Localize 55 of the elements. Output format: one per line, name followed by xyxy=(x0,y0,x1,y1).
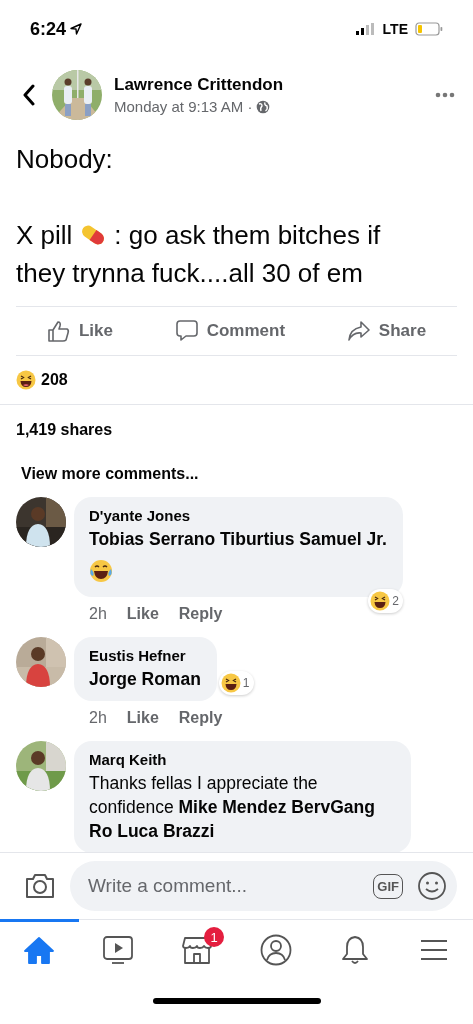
comment-time: 2h xyxy=(89,709,107,727)
menu-icon xyxy=(419,938,448,962)
action-button[interactable]: Like xyxy=(42,314,117,348)
clock-time: 6:24 xyxy=(30,18,67,40)
reaction-count[interactable]: 208 xyxy=(41,371,68,389)
like-link[interactable]: Like xyxy=(126,709,159,727)
location-arrow-icon xyxy=(70,23,83,35)
comment-text: Jorge Roman xyxy=(89,668,201,691)
reply-link[interactable]: Reply xyxy=(178,709,223,727)
like-link[interactable]: Like xyxy=(126,605,159,623)
comment-time: 2h xyxy=(89,605,107,623)
reaction-badge[interactable]: 2 xyxy=(368,589,403,613)
view-more-comments-link[interactable]: View more comments... xyxy=(0,439,473,483)
video-play-icon xyxy=(102,935,135,965)
back-icon[interactable] xyxy=(22,84,36,106)
laughing-emoji-icon xyxy=(370,591,391,611)
comment-text: Thanks fellas I appreciate the confidence Mike Mendez BervGang Ro Luca Brazzi xyxy=(89,772,376,843)
reaction-number: 1 xyxy=(242,676,250,690)
bell-icon xyxy=(339,934,370,966)
notification-badge: 1 xyxy=(204,927,225,947)
post-text: Nobody: xyxy=(16,143,114,176)
shares-count[interactable]: 1,419 shares xyxy=(0,405,473,439)
signal-icon xyxy=(355,23,376,35)
camera-icon[interactable] xyxy=(24,872,56,900)
speech-bubble-icon xyxy=(174,319,199,343)
home-icon xyxy=(24,936,55,964)
reaction-number: 2 xyxy=(392,594,399,608)
reply-link[interactable]: Reply xyxy=(178,605,223,623)
globe-icon xyxy=(256,99,271,114)
action-button[interactable]: Share xyxy=(342,314,431,348)
action-button[interactable]: Comment xyxy=(170,313,290,349)
comment-text: Tobias Serrano Tiburtius Samuel Jr. xyxy=(89,528,387,551)
smiley-icon[interactable] xyxy=(417,871,447,901)
tab-bar-item[interactable]: 1 xyxy=(157,919,237,978)
laughing-emoji-icon xyxy=(220,673,241,693)
thumbs-up-icon xyxy=(46,320,71,342)
comment-input-field[interactable]: Write a comment... GIF xyxy=(70,861,457,911)
post-timestamp: Monday at 9:13 AM · xyxy=(114,98,253,115)
post-text: : go ask them bitches if xyxy=(114,219,381,252)
crying-laughing-emoji-icon xyxy=(89,559,113,583)
more-options-icon[interactable] xyxy=(435,92,455,98)
network-label: LTE xyxy=(382,21,408,37)
post-text: X pill xyxy=(16,219,73,252)
post-text: they trynna fuck....all 30 of em xyxy=(16,257,364,290)
share-arrow-icon xyxy=(346,320,371,342)
reaction-badge[interactable]: 1 xyxy=(218,671,254,695)
profile-icon xyxy=(259,934,292,966)
storefront-icon xyxy=(182,935,213,965)
laughing-emoji-icon xyxy=(16,370,36,390)
commenter-name[interactable]: Eustis Hefner xyxy=(89,647,186,664)
gif-button[interactable]: GIF xyxy=(373,873,403,899)
commenter-name[interactable]: D'yante Jones xyxy=(89,507,191,524)
commenter-name[interactable]: Marq Keith xyxy=(89,751,167,768)
author-name[interactable]: Lawrence Crittendon xyxy=(114,75,284,95)
battery-icon xyxy=(415,22,443,36)
